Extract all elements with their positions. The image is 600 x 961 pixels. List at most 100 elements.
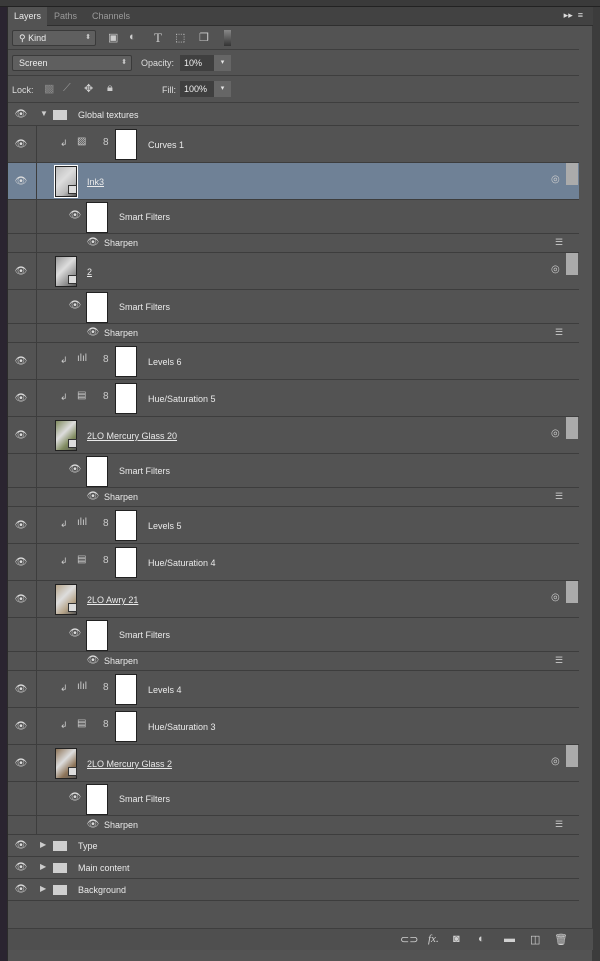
- layer-name[interactable]: Levels 4: [148, 685, 182, 695]
- visibility-eye-icon[interactable]: 👁︎: [86, 819, 100, 830]
- scrollbar-segment[interactable]: [566, 745, 578, 767]
- layer-mask-thumbnail[interactable]: [115, 711, 137, 742]
- layer-name[interactable]: 2LO Mercury Glass 2: [87, 759, 172, 769]
- expand-triangle-right-icon[interactable]: ▶: [40, 862, 46, 871]
- mask-link-icon[interactable]: 8: [103, 682, 109, 693]
- visibility-eye-icon[interactable]: 👁︎: [14, 139, 28, 150]
- layer-row[interactable]: 👁︎ Smart Filters: [8, 290, 579, 324]
- layer-row[interactable]: 👁︎ Ink3 ◎: [8, 163, 579, 200]
- visibility-eye-icon[interactable]: 👁︎: [14, 393, 28, 404]
- layer-row[interactable]: 👁︎ ▶ Main content: [8, 857, 579, 879]
- visibility-eye-icon[interactable]: 👁︎: [68, 464, 82, 475]
- filter-name[interactable]: Sharpen: [104, 820, 138, 830]
- shape-filter-icon[interactable]: ⬚: [175, 31, 185, 44]
- layer-row[interactable]: 👁︎ ▶ Type: [8, 835, 579, 857]
- smart-filter-indicator-icon[interactable]: ◎: [551, 592, 560, 603]
- expand-triangle-right-icon[interactable]: ▶: [40, 840, 46, 849]
- filter-blending-options-icon[interactable]: ☰: [555, 819, 563, 830]
- filter-name[interactable]: Sharpen: [104, 238, 138, 248]
- visibility-eye-icon[interactable]: 👁︎: [86, 491, 100, 502]
- visibility-eye-icon[interactable]: 👁︎: [14, 356, 28, 367]
- smart-filter-indicator-icon[interactable]: ◎: [551, 428, 560, 439]
- opacity-dropdown[interactable]: ▾: [214, 55, 231, 71]
- visibility-eye-icon[interactable]: 👁︎: [14, 840, 28, 851]
- layer-name[interactable]: Global textures: [78, 110, 139, 120]
- layer-row[interactable]: 👁︎ Smart Filters: [8, 782, 579, 816]
- filter-toggle-icon[interactable]: [224, 30, 231, 46]
- layer-mask-thumbnail[interactable]: [115, 346, 137, 377]
- layer-row[interactable]: 👁︎ Smart Filters: [8, 454, 579, 488]
- tab-channels[interactable]: Channels: [86, 7, 136, 26]
- lock-position-icon[interactable]: ✥: [84, 82, 93, 95]
- layer-name[interactable]: Background: [78, 885, 126, 895]
- visibility-eye-icon[interactable]: 👁︎: [14, 176, 28, 187]
- layer-mask-thumbnail[interactable]: [115, 383, 137, 414]
- filter-mask-thumbnail[interactable]: [86, 620, 108, 651]
- blend-mode-select[interactable]: Screen ⬍: [12, 55, 132, 71]
- layer-row[interactable]: 👁︎ ▶ Background: [8, 879, 579, 901]
- smart-filter-indicator-icon[interactable]: ◎: [551, 264, 560, 275]
- visibility-eye-icon[interactable]: 👁︎: [14, 557, 28, 568]
- visibility-eye-icon[interactable]: 👁︎: [14, 684, 28, 695]
- lock-transparent-icon[interactable]: ▩: [44, 82, 54, 95]
- layer-name[interactable]: Curves 1: [148, 140, 184, 150]
- layer-name[interactable]: Type: [78, 841, 98, 851]
- visibility-eye-icon[interactable]: 👁︎: [14, 884, 28, 895]
- add-mask-icon[interactable]: ◙: [453, 933, 460, 945]
- layer-row[interactable]: 👁︎ Sharpen ☰: [8, 324, 579, 343]
- link-layers-icon[interactable]: ⊂⊃: [400, 933, 418, 946]
- visibility-eye-icon[interactable]: 👁︎: [14, 430, 28, 441]
- opacity-input[interactable]: 10%: [180, 55, 214, 71]
- filter-name[interactable]: Sharpen: [104, 492, 138, 502]
- expand-triangle-right-icon[interactable]: ▶: [40, 884, 46, 893]
- type-filter-icon[interactable]: T: [154, 30, 162, 46]
- layer-row[interactable]: 👁︎ ↲ ılıl 8 Levels 4: [8, 671, 579, 708]
- lock-paint-icon[interactable]: ⟋: [63, 82, 71, 95]
- collapse-icon[interactable]: ▸▸: [564, 10, 573, 20]
- layer-row[interactable]: 👁︎ Sharpen ☰: [8, 234, 579, 253]
- visibility-eye-icon[interactable]: 👁︎: [68, 300, 82, 311]
- visibility-eye-icon[interactable]: 👁︎: [86, 327, 100, 338]
- layer-row[interactable]: 👁︎ 2LO Awry 21 ◎: [8, 581, 579, 618]
- panel-menu[interactable]: ▸▸ ≡: [564, 10, 583, 21]
- visibility-eye-icon[interactable]: 👁︎: [68, 792, 82, 803]
- mask-link-icon[interactable]: 8: [103, 719, 109, 730]
- menu-icon[interactable]: ≡: [578, 10, 583, 20]
- layer-mask-thumbnail[interactable]: [115, 674, 137, 705]
- scrollbar-segment[interactable]: [566, 163, 578, 185]
- visibility-eye-icon[interactable]: 👁︎: [14, 758, 28, 769]
- new-layer-icon[interactable]: ◫: [530, 933, 540, 946]
- adjustment-filter-icon[interactable]: ◐: [129, 31, 136, 43]
- filter-mask-thumbnail[interactable]: [86, 292, 108, 323]
- delete-icon[interactable]: 🗑︎: [554, 933, 568, 946]
- smart-filter-indicator-icon[interactable]: ◎: [551, 756, 560, 767]
- visibility-eye-icon[interactable]: 👁︎: [14, 862, 28, 873]
- tab-layers[interactable]: Layers: [8, 7, 48, 26]
- visibility-eye-icon[interactable]: 👁︎: [86, 655, 100, 666]
- visibility-eye-icon[interactable]: 👁︎: [14, 520, 28, 531]
- filter-name[interactable]: Sharpen: [104, 328, 138, 338]
- tab-paths[interactable]: Paths: [48, 7, 83, 26]
- layer-row[interactable]: 👁︎ ↲ ▤ 8 Hue/Saturation 5: [8, 380, 579, 417]
- lock-all-icon[interactable]: 🔒︎: [107, 82, 113, 95]
- filter-kind-select[interactable]: ⚲ Kind ⬍: [12, 30, 96, 46]
- mask-link-icon[interactable]: 8: [103, 518, 109, 529]
- layer-row[interactable]: 👁︎ ↲ ▨ 8 Curves 1: [8, 126, 579, 163]
- layer-row[interactable]: 👁︎ 2 ◎: [8, 253, 579, 290]
- layer-mask-thumbnail[interactable]: [115, 510, 137, 541]
- new-group-icon[interactable]: ▬: [504, 933, 515, 945]
- fx-icon[interactable]: fx.: [428, 933, 439, 945]
- mask-link-icon[interactable]: 8: [103, 555, 109, 566]
- layer-row[interactable]: 👁︎ ▼ Global textures: [8, 104, 579, 126]
- layer-name[interactable]: Hue/Saturation 4: [148, 558, 216, 568]
- layer-name[interactable]: Hue/Saturation 3: [148, 722, 216, 732]
- filter-mask-thumbnail[interactable]: [86, 202, 108, 233]
- scrollbar-segment[interactable]: [566, 253, 578, 275]
- layer-mask-thumbnail[interactable]: [115, 129, 137, 160]
- filter-blending-options-icon[interactable]: ☰: [555, 327, 563, 338]
- visibility-eye-icon[interactable]: 👁︎: [14, 721, 28, 732]
- fill-dropdown[interactable]: ▾: [214, 81, 231, 97]
- layer-name[interactable]: 2LO Awry 21: [87, 595, 138, 605]
- layer-mask-thumbnail[interactable]: [115, 547, 137, 578]
- layer-name[interactable]: 2: [87, 267, 92, 277]
